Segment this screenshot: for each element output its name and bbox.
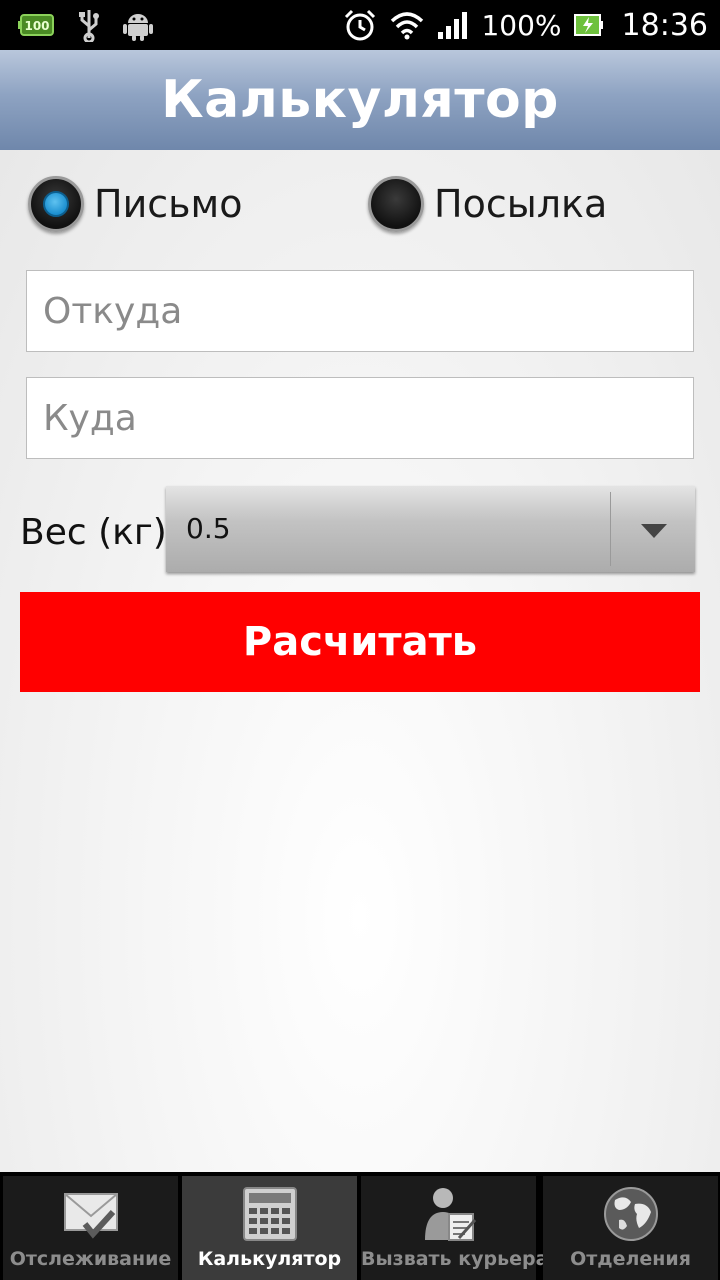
bottom-tab-bar: Отслеживание Калькулятор Вызвать курьера (0, 1172, 720, 1280)
radio-selected-dot (43, 191, 69, 217)
weight-dropdown[interactable]: 0.5 (166, 486, 695, 572)
title-bar: Калькулятор (0, 50, 720, 150)
weight-value: 0.5 (186, 512, 231, 545)
status-bar: 100 100% 18:36 (0, 0, 720, 50)
usb-icon (79, 10, 99, 42)
tab-tracking[interactable]: Отслеживание (3, 1176, 178, 1280)
alarm-icon (345, 9, 376, 41)
tab-calculator[interactable]: Калькулятор (182, 1176, 357, 1280)
radio-letter-label: Письмо (94, 182, 243, 226)
weight-label: Вес (кг) (20, 512, 167, 553)
battery-percent: 100% (481, 8, 562, 42)
radio-letter[interactable]: Письмо (28, 176, 242, 232)
android-icon (123, 14, 153, 41)
status-bar-system: 100% 18:36 (343, 0, 708, 50)
globe-icon (603, 1187, 658, 1241)
dropdown-divider (610, 492, 611, 566)
radio-letter-indicator[interactable] (28, 176, 84, 232)
status-bar-notifications: 100 (18, 8, 154, 42)
tab-calculator-label: Калькулятор (197, 1248, 342, 1270)
radio-parcel-indicator[interactable] (368, 176, 424, 232)
radio-parcel-label: Посылка (434, 182, 608, 226)
radio-parcel[interactable]: Посылка (368, 176, 607, 232)
envelope-check-icon (63, 1193, 118, 1239)
battery-notification-icon: 100 (18, 14, 54, 36)
tab-tracking-label: Отслеживание (9, 1248, 172, 1270)
calculator-form: Письмо Посылка Вес (кг) 0.5 Расчитать (0, 150, 720, 1172)
tab-offices[interactable]: Отделения (543, 1176, 718, 1280)
signal-icon (438, 12, 468, 39)
to-input[interactable] (26, 377, 694, 459)
chevron-down-icon[interactable] (641, 524, 667, 538)
tab-offices-label: Отделения (570, 1248, 691, 1270)
tab-call-courier[interactable]: Вызвать курьера (361, 1176, 549, 1280)
shipment-type-group: Письмо Посылка (0, 176, 720, 246)
clock: 18:36 (621, 7, 708, 43)
page-title: Калькулятор (161, 70, 559, 130)
wifi-icon (391, 12, 424, 40)
battery-charging-icon (573, 14, 603, 36)
calculator-icon (242, 1187, 297, 1241)
calculate-button[interactable]: Расчитать (20, 592, 700, 692)
tab-call-courier-label: Вызвать курьера (361, 1248, 549, 1270)
courier-icon (424, 1188, 476, 1241)
svg-text:100: 100 (24, 19, 49, 33)
from-input[interactable] (26, 270, 694, 352)
